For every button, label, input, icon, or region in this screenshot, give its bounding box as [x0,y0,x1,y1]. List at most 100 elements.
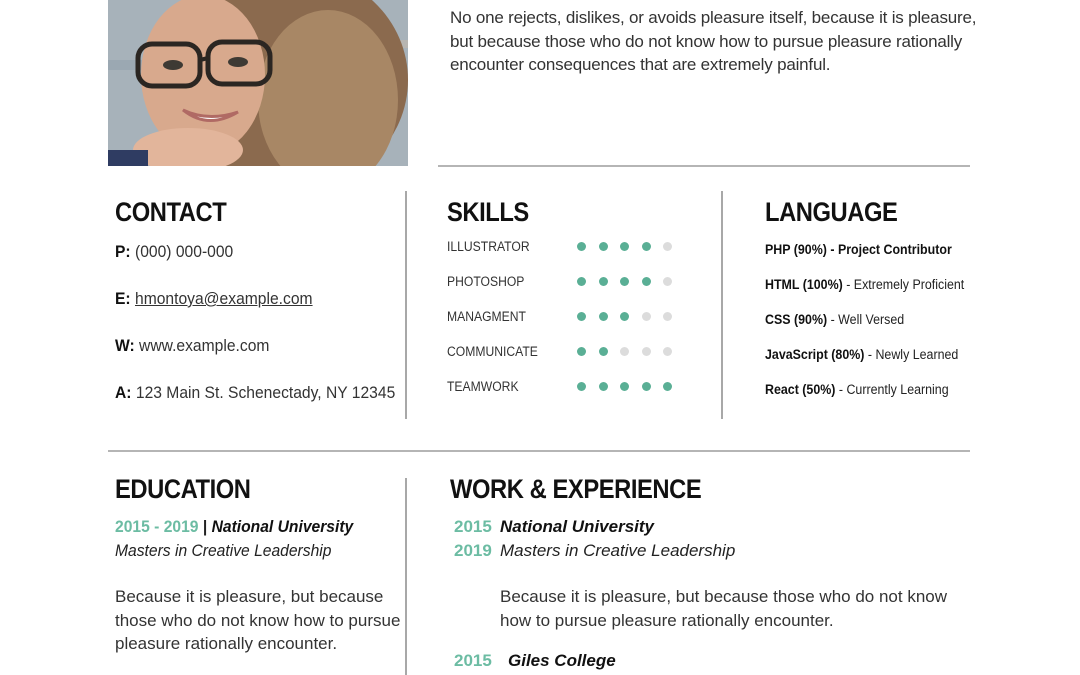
rating-dot-filled [598,242,608,251]
rating-dot-filled [620,312,629,321]
rating-dot-filled [577,277,586,286]
language-separator: - [842,277,854,292]
language-separator: - [835,382,847,397]
contact-website: W: www.example.com [115,336,382,383]
email-label: E: [115,289,131,308]
work-role: Masters in Creative Leadership [500,540,736,560]
language-name: HTML (100%) [765,277,843,292]
portrait-image [108,0,408,166]
language-level: Well Versed [838,312,905,327]
language-row: PHP (90%) - Project Contributor [765,240,963,275]
language-name: React (50%) [765,382,836,397]
address-label: A: [115,383,132,402]
phone-value: (000) 000-000 [134,242,234,261]
language-section: LANGUAGE PHP (90%) - Project Contributor… [765,197,980,415]
skill-name: TEAMWORK [447,379,519,394]
rating-dot-empty [663,277,672,286]
education-heading: EDUCATION [115,474,251,504]
skill-rating [577,347,672,356]
language-name: CSS (90%) [765,312,828,327]
skill-rating [577,277,672,286]
skills-section: SKILLS ILLUSTRATOR PHOTOSHOP MANAGMENT COMM… [447,197,717,404]
language-separator: - [826,242,838,257]
rating-dot-filled [620,277,629,286]
language-heading: LANGUAGE [765,197,898,227]
rating-dot-filled [598,347,608,356]
contact-heading: CONTACT [115,197,227,227]
language-name: PHP (90%) [765,242,827,257]
rating-dot-empty [663,242,672,251]
education-degree: Masters in Creative Leadership [115,540,332,560]
rating-dot-empty [620,347,629,356]
education-separator: | [202,517,208,536]
work-description: Because it is pleasure, but because thos… [500,587,948,630]
website-label: W: [115,336,135,355]
rating-dot-empty [641,312,651,321]
rating-dot-filled [577,347,586,356]
language-separator: - [864,347,876,362]
middle-divider [108,450,970,452]
education-section: EDUCATION 2015 - 2019 | National Univers… [115,474,405,656]
website-value: www.example.com [139,336,270,355]
skill-name: MANAGMENT [447,309,526,324]
work-org: National University [500,517,654,536]
language-level: Currently Learning [846,382,949,397]
skill-row: ILLUSTRATOR [447,229,717,264]
language-row: React (50%) - Currently Learning [765,380,963,415]
rating-dot-filled [620,242,629,251]
top-divider [438,165,970,167]
rating-dot-filled [641,242,651,251]
contact-phone: P: (000) 000-000 [115,242,382,289]
language-level: Project Contributor [837,242,952,257]
work-item: 2015 2019 National University Masters in… [454,515,970,632]
language-name: JavaScript (80%) [765,347,865,362]
work-heading: WORK & EXPERIENCE [450,474,702,504]
language-level: Newly Learned [875,347,959,362]
rating-dot-filled [598,312,608,321]
skills-language-divider [721,191,723,419]
language-row: CSS (90%) - Well Versed [765,310,963,345]
skill-row: TEAMWORK [447,369,717,404]
rating-dot-filled [641,382,651,391]
skill-name: COMMUNICATE [447,344,538,359]
skills-heading: SKILLS [447,197,529,227]
rating-dot-filled [598,277,608,286]
rating-dot-filled [620,382,629,391]
rating-dot-filled [641,277,651,286]
work-org: Giles College [508,651,616,670]
skill-rating [577,242,672,251]
address-value: 123 Main St. Schenectady, NY 12345 [135,383,396,402]
rating-dot-filled [663,382,672,391]
work-years: 2015 [454,649,508,673]
skill-rating [577,382,672,391]
skill-name: PHOTOSHOP [447,274,525,289]
email-link[interactable]: hmontoya@example.com [135,289,313,308]
skill-rating [577,312,672,321]
skill-row: PHOTOSHOP [447,264,717,299]
work-section: WORK & EXPERIENCE 2015 2019 National Uni… [450,474,970,673]
intro-text: No one rejects, dislikes, or avoids plea… [450,8,977,74]
phone-label: P: [115,242,131,261]
contact-address: A: 123 Main St. Schenectady, NY 12345 [115,383,395,430]
rating-dot-empty [663,347,672,356]
language-separator: - [827,312,839,327]
work-start-year: 2015 [454,517,492,536]
rating-dot-empty [641,347,651,356]
work-start-year: 2015 [454,651,492,670]
contact-skills-divider [405,191,407,419]
contact-section: CONTACT P: (000) 000-000 E: hmontoya@exa… [115,197,405,430]
skill-name: ILLUSTRATOR [447,239,530,254]
rating-dot-filled [598,382,608,391]
profile-photo [108,0,408,166]
education-title-line: 2015 - 2019 | National University [115,515,382,539]
skill-row: MANAGMENT [447,299,717,334]
language-row: JavaScript (80%) - Newly Learned [765,345,963,380]
work-years: 2015 2019 [454,515,500,632]
education-work-divider [405,478,407,675]
education-years: 2015 - 2019 [115,517,199,536]
rating-dot-filled [577,382,586,391]
rating-dot-empty [663,312,672,321]
skill-row: COMMUNICATE [447,334,717,369]
language-row: HTML (100%) - Extremely Proficient [765,275,965,310]
language-level: Extremely Proficient [853,277,965,292]
